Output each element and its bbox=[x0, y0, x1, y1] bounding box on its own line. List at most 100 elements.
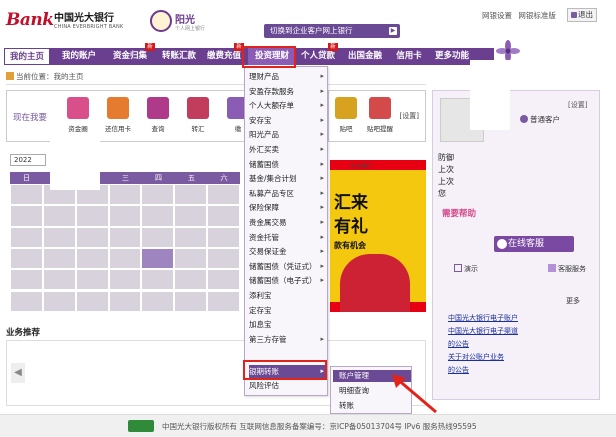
dropdown-item[interactable]: 风险评估 bbox=[249, 379, 327, 392]
calendar-day-cell[interactable] bbox=[42, 269, 76, 291]
calendar-day-cell[interactable] bbox=[141, 290, 175, 312]
calendar-day-cell[interactable] bbox=[141, 226, 175, 248]
dropdown-item[interactable]: 保险保障 ▸ bbox=[249, 201, 327, 214]
calendar-year-select[interactable]: 2022 bbox=[10, 154, 46, 166]
nav-home[interactable]: 我的主页 bbox=[4, 48, 50, 65]
calendar-day-cell[interactable] bbox=[10, 269, 43, 291]
chevron-right-icon: ▸ bbox=[320, 188, 324, 197]
dropdown-item[interactable]: 第三方存管 ▸ bbox=[249, 333, 327, 346]
dropdown-item[interactable]: 基金/集合计划 ▸ bbox=[249, 172, 327, 185]
quick-item-forum[interactable]: 贴吧 bbox=[331, 95, 361, 141]
news-item[interactable]: 的公告 bbox=[448, 338, 588, 351]
calendar-day-cell[interactable] bbox=[174, 269, 208, 291]
calendar-day-cell[interactable] bbox=[174, 226, 208, 248]
calendar-day-cell[interactable] bbox=[174, 205, 208, 227]
calendar-day-cell[interactable] bbox=[108, 226, 142, 248]
calendar-day-cell[interactable] bbox=[207, 247, 240, 270]
calendar-day-cell[interactable] bbox=[10, 226, 43, 248]
calendar-day-cell[interactable] bbox=[75, 226, 109, 248]
top-link-standard[interactable]: 网银标准版 bbox=[518, 11, 556, 20]
bank-logo[interactable]: Bank 中国光大银行 CHINA EVERBRIGHT BANK bbox=[6, 6, 146, 34]
dropdown-item[interactable]: 阳光产品 ▸ bbox=[249, 128, 327, 141]
calendar-day-cell[interactable] bbox=[10, 184, 43, 206]
credit-card-icon bbox=[107, 97, 129, 119]
news-more-link[interactable]: 更多 bbox=[566, 296, 580, 306]
calendar-day-cell[interactable] bbox=[108, 269, 142, 291]
calendar-day-cell[interactable] bbox=[108, 184, 142, 206]
calendar-day-cell[interactable] bbox=[207, 226, 240, 248]
calendar-day-cell[interactable] bbox=[42, 247, 76, 270]
dropdown-item[interactable]: 个人大额存单 ▸ bbox=[249, 99, 327, 112]
dropdown-item[interactable]: 添利宝 bbox=[249, 289, 327, 302]
quick-item-fund-circle[interactable]: 资金圈 bbox=[63, 95, 93, 141]
dropdown-item[interactable]: 资金托管 ▸ bbox=[249, 231, 327, 244]
calendar-day-cell[interactable] bbox=[207, 290, 240, 312]
nav-more[interactable]: 更多功能 bbox=[428, 48, 476, 65]
news-item[interactable]: 中国光大银行电子渠道 bbox=[448, 325, 588, 338]
carousel-prev-button[interactable]: ◀ bbox=[11, 363, 25, 383]
calendar-day-cell[interactable] bbox=[207, 184, 240, 206]
switch-corporate-button[interactable]: 切换到企业客户网上银行 ▶ bbox=[264, 24, 400, 38]
calendar-day-cell[interactable] bbox=[108, 290, 142, 312]
news-item[interactable]: 的公告 bbox=[448, 364, 588, 377]
dropdown-item[interactable]: 储蓄国债（电子式） ▸ bbox=[249, 274, 327, 287]
breadcrumb-current[interactable]: 我的主页 bbox=[54, 72, 84, 81]
calendar-day-cell[interactable] bbox=[75, 269, 109, 291]
calendar-day-cell[interactable] bbox=[207, 269, 240, 291]
dropdown-item[interactable]: 私募产品专区 ▸ bbox=[249, 187, 327, 200]
nav-my-account[interactable]: 我的账户 bbox=[54, 48, 104, 65]
top-link-settings[interactable]: 网银设置 bbox=[482, 11, 512, 20]
calendar-day-cell[interactable] bbox=[141, 269, 175, 291]
quick-item-query[interactable]: 查询 bbox=[143, 95, 173, 141]
chevron-right-icon: ▸ bbox=[320, 145, 324, 153]
dropdown-item[interactable]: 定存宝 bbox=[249, 304, 327, 317]
profile-settings-link[interactable]: [设置] bbox=[568, 100, 587, 110]
calendar-day-cell[interactable] bbox=[174, 247, 208, 270]
logo-bank-text: Bank bbox=[6, 10, 54, 30]
calendar-day-cell[interactable] bbox=[75, 205, 109, 227]
customer-service-link[interactable]: 客服服务 bbox=[548, 264, 586, 274]
nav-credit-card[interactable]: 信用卡 bbox=[390, 48, 428, 65]
quick-item-transfer[interactable]: 转汇 bbox=[183, 95, 213, 141]
dropdown-item[interactable]: 贵金属交易 ▸ bbox=[249, 216, 327, 229]
dropdown-item[interactable]: 交易保证金 ▸ bbox=[249, 245, 327, 258]
calendar-day-cell[interactable] bbox=[42, 290, 76, 312]
dropdown-item[interactable]: 安盈存款服务 ▸ bbox=[249, 85, 327, 98]
calendar-day-cell[interactable] bbox=[141, 247, 175, 270]
promo-banner[interactable]: 光大银行 汇来 有礼 款有机会 bbox=[330, 160, 426, 312]
dropdown-item[interactable]: 储蓄国债 ▸ bbox=[249, 158, 327, 171]
chevron-right-icon: ▸ bbox=[320, 247, 324, 256]
calendar-day-cell[interactable] bbox=[108, 247, 142, 270]
news-item[interactable]: 关于对公账户业务 bbox=[448, 351, 588, 364]
online-service-button[interactable]: 在线客服 bbox=[494, 236, 574, 252]
dropdown-item[interactable]: 储蓄国债（凭证式） ▸ bbox=[249, 260, 327, 273]
dropdown-item-label: 加息宝 bbox=[249, 320, 272, 330]
dropdown-item[interactable]: 安存宝 ▸ bbox=[249, 114, 327, 127]
calendar-day-cell[interactable] bbox=[10, 290, 43, 312]
calendar-day-cell[interactable] bbox=[10, 247, 43, 270]
calendar-day-cell[interactable] bbox=[42, 205, 76, 227]
dropdown-item[interactable]: 加息宝 bbox=[249, 318, 327, 331]
quick-settings-link[interactable]: [设置] bbox=[400, 111, 419, 121]
calendar-day-cell[interactable] bbox=[141, 184, 175, 206]
calendar-day-cell[interactable] bbox=[207, 205, 240, 227]
calendar-day-cell[interactable] bbox=[108, 205, 142, 227]
nav-more-label: 更多功能 bbox=[434, 51, 469, 61]
quick-item-forum-reminder[interactable]: 贴吧提醒 bbox=[365, 95, 395, 141]
nav-transfer[interactable]: 转账汇款 bbox=[156, 48, 202, 65]
calendar-day-cell[interactable] bbox=[141, 205, 175, 227]
banner-small-text: 光大银行 bbox=[350, 164, 373, 170]
nav-overseas-finance[interactable]: 出国金融 bbox=[340, 48, 390, 65]
news-item[interactable]: 中国光大银行电子账户 bbox=[448, 312, 588, 325]
dropdown-item[interactable]: 外汇买卖 ▸ bbox=[249, 143, 327, 156]
calendar-day-cell[interactable] bbox=[174, 184, 208, 206]
demo-link[interactable]: 演示 bbox=[454, 264, 478, 274]
quick-item-repay-card[interactable]: 还信用卡 bbox=[103, 95, 133, 141]
calendar-day-cell[interactable] bbox=[75, 247, 109, 270]
calendar-day-cell[interactable] bbox=[42, 226, 76, 248]
calendar-day-cell[interactable] bbox=[10, 205, 43, 227]
calendar-day-cell[interactable] bbox=[75, 290, 109, 312]
calendar-day-cell[interactable] bbox=[174, 290, 208, 312]
logout-button[interactable]: 退出 bbox=[567, 8, 597, 22]
dropdown-item[interactable]: 理财产品 ▸ bbox=[249, 70, 327, 83]
